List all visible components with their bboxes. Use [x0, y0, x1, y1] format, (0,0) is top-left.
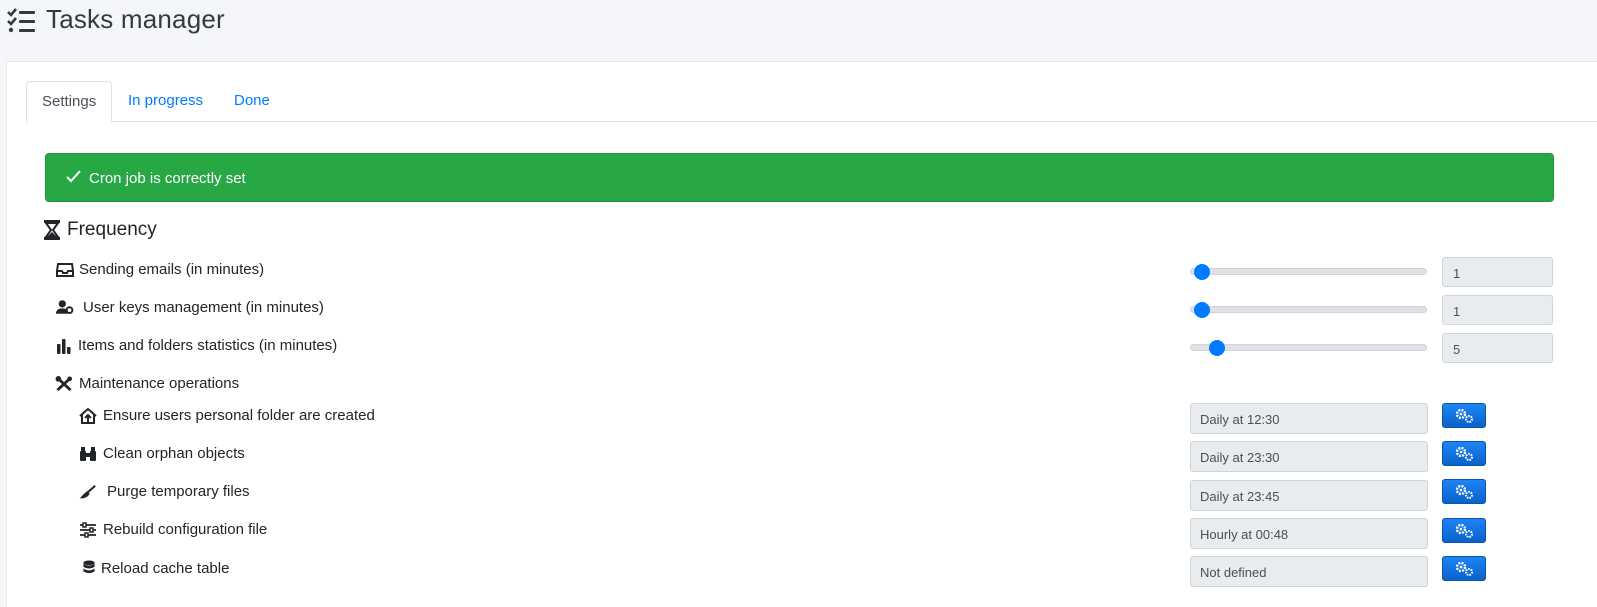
schedule-field[interactable]: Hourly at 00:48 [1190, 518, 1428, 549]
schedule-field[interactable]: Daily at 12:30 [1190, 403, 1428, 434]
binoculars-icon [80, 447, 96, 461]
tools-icon [55, 376, 72, 392]
tab-in-progress[interactable]: In progress [113, 81, 218, 122]
maintenance-row-label: Purge temporary files [107, 483, 250, 500]
sending-emails-slider[interactable] [1190, 264, 1427, 280]
gears-icon [1455, 523, 1473, 538]
user-keys-slider[interactable] [1190, 302, 1427, 318]
tab-done[interactable]: Done [219, 81, 285, 122]
configure-button[interactable] [1442, 441, 1486, 466]
configure-button[interactable] [1442, 518, 1486, 543]
schedule-field[interactable]: Daily at 23:45 [1190, 480, 1428, 511]
gears-icon [1455, 484, 1473, 499]
tab-bar: Settings In progress Done [26, 81, 1597, 123]
slider-thumb[interactable] [1194, 302, 1210, 318]
sending-emails-label: Sending emails (in minutes) [79, 261, 265, 278]
configure-button[interactable] [1442, 556, 1486, 581]
cron-status-alert: Cron job is correctly set [45, 153, 1554, 202]
frequency-title: Frequency [67, 219, 157, 240]
inbox-icon [56, 263, 74, 277]
hourglass-icon [44, 220, 60, 240]
user-keys-value[interactable]: 1 [1442, 295, 1553, 325]
configure-button[interactable] [1442, 403, 1486, 428]
page-header: Tasks manager [0, 0, 1597, 60]
items-stats-label: Items and folders statistics (in minutes… [78, 337, 338, 354]
maintenance-title: Maintenance operations [79, 375, 240, 392]
user-keys-label: User keys management (in minutes) [83, 299, 324, 316]
check-icon [66, 170, 81, 183]
database-icon [83, 560, 95, 574]
maintenance-row-label: Ensure users personal folder are created [103, 407, 375, 424]
user-gear-icon [56, 300, 74, 315]
sliders-icon [80, 522, 96, 538]
gears-icon [1455, 446, 1473, 461]
maintenance-row-label: Clean orphan objects [103, 445, 245, 462]
maintenance-row-label: Rebuild configuration file [103, 521, 268, 538]
configure-button[interactable] [1442, 479, 1486, 504]
gears-icon [1455, 408, 1473, 423]
gears-icon [1455, 561, 1473, 576]
house-user-icon [79, 408, 97, 424]
items-stats-slider[interactable] [1190, 340, 1427, 356]
schedule-field[interactable]: Not defined [1190, 556, 1428, 587]
maintenance-row-label: Reload cache table [101, 560, 230, 577]
alert-text: Cron job is correctly set [89, 170, 246, 187]
slider-thumb[interactable] [1194, 264, 1210, 280]
sending-emails-value[interactable]: 1 [1442, 257, 1553, 287]
slider-thumb[interactable] [1209, 340, 1225, 356]
schedule-field[interactable]: Daily at 23:30 [1190, 441, 1428, 472]
items-stats-value[interactable]: 5 [1442, 333, 1553, 363]
broom-icon [79, 484, 96, 499]
tab-settings[interactable]: Settings [26, 81, 113, 123]
bar-chart-icon [57, 339, 71, 354]
page-title: Tasks manager [46, 4, 225, 34]
tasks-list-icon [7, 8, 35, 33]
